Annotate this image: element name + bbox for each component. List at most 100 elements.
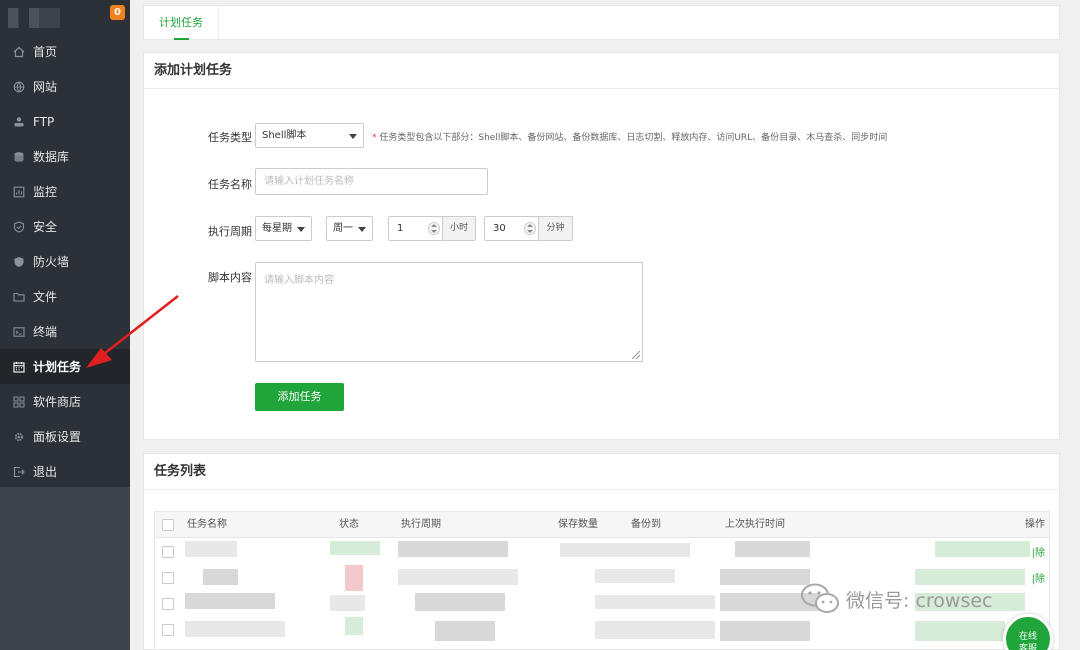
- task-type-value: Shell脚本: [262, 130, 307, 141]
- ftp-icon: [12, 115, 25, 128]
- table-row[interactable]: [155, 617, 1049, 643]
- sidebar: 0 首页 网站 FTP 数据库 监控 安全 防火墙 文件 终端 计划任务 软件商…: [0, 0, 130, 650]
- row-checkbox[interactable]: [162, 546, 174, 558]
- row-checkbox[interactable]: [162, 572, 174, 584]
- task-list-panel: 任务列表 任务名称 状态 执行周期 保存数量 备份到 上次执行时间 操作 |除 …: [143, 453, 1060, 650]
- redacted-status: [330, 595, 365, 611]
- row-checkbox[interactable]: [162, 624, 174, 636]
- redacted-period: [415, 593, 505, 611]
- sidebar-item-label: 面板设置: [33, 430, 82, 444]
- redacted-status: [345, 565, 363, 591]
- sidebar-item-home[interactable]: 首页: [0, 34, 130, 69]
- apps-icon: [12, 395, 25, 408]
- sidebar-item-label: 文件: [33, 290, 58, 304]
- home-icon: [12, 45, 25, 58]
- task-type-select[interactable]: Shell脚本: [255, 123, 364, 148]
- delete-link[interactable]: |除: [1032, 570, 1045, 585]
- task-table: 任务名称 状态 执行周期 保存数量 备份到 上次执行时间 操作 |除 |除: [154, 511, 1050, 650]
- terminal-icon: [12, 325, 25, 338]
- notification-badge[interactable]: 0: [110, 5, 125, 20]
- add-task-button[interactable]: 添加任务: [255, 383, 344, 411]
- shield-icon: [12, 220, 25, 233]
- sidebar-item-label: 终端: [33, 325, 58, 339]
- row-checkbox[interactable]: [162, 598, 174, 610]
- redacted-backup: [595, 595, 715, 609]
- redacted-last-run: [735, 541, 810, 557]
- sidebar-item-firewall[interactable]: 防火墙: [0, 244, 130, 279]
- script-label: 脚本内容: [208, 271, 252, 284]
- support-label-line1: 在线: [1018, 632, 1037, 642]
- hour-value: 1: [397, 223, 404, 234]
- redacted-task-name: [203, 569, 238, 585]
- add-task-panel: 添加计划任务 任务类型 Shell脚本 * 任务类型包含以下部分：Shell脚本…: [143, 52, 1060, 440]
- sidebar-item-label: FTP: [33, 114, 55, 129]
- redacted-period: [398, 569, 518, 585]
- minute-unit: 分钟: [538, 216, 573, 241]
- table-row[interactable]: |除: [155, 539, 1049, 565]
- sidebar-item-panel-settings[interactable]: 面板设置: [0, 419, 130, 454]
- tab-cron[interactable]: 计划任务: [144, 6, 219, 40]
- sidebar-item-monitor[interactable]: 监控: [0, 174, 130, 209]
- calendar-icon: [12, 360, 25, 373]
- sidebar-item-logout[interactable]: 退出: [0, 454, 130, 489]
- redacted-backup: [560, 543, 690, 557]
- sidebar-item-cron[interactable]: 计划任务: [0, 349, 130, 384]
- weekday-select[interactable]: 周一: [326, 216, 373, 241]
- column-header: 任务名称: [187, 519, 227, 530]
- script-placeholder: 请输入脚本内容: [264, 275, 334, 286]
- folder-icon: [12, 290, 25, 303]
- redacted-actions: [915, 621, 1005, 641]
- chevron-down-icon: [358, 227, 366, 232]
- redacted-status: [330, 541, 380, 555]
- column-header: 上次执行时间: [725, 519, 785, 530]
- task-type-note-text: 任务类型包含以下部分：Shell脚本、备份网站、备份数据库、日志切割、释放内存、…: [379, 133, 888, 143]
- tab-bar: 计划任务: [143, 5, 1060, 40]
- redacted-status: [345, 617, 363, 635]
- period-label: 执行周期: [208, 225, 252, 238]
- period-select[interactable]: 每星期: [255, 216, 312, 241]
- sidebar-item-label: 网站: [33, 80, 58, 94]
- delete-link[interactable]: |除: [1032, 544, 1045, 559]
- watermark: 微信号: crowsec: [800, 582, 992, 616]
- database-icon: [12, 150, 25, 163]
- sidebar-item-ftp[interactable]: FTP: [0, 104, 130, 139]
- gear-icon: [12, 430, 25, 443]
- sidebar-item-website[interactable]: 网站: [0, 69, 130, 104]
- sidebar-header: 0: [0, 0, 130, 34]
- column-header: 状态: [339, 519, 359, 530]
- resize-handle-icon[interactable]: [632, 351, 640, 359]
- column-header: 保存数量: [558, 519, 598, 530]
- sidebar-item-label: 软件商店: [33, 395, 82, 409]
- spinner-icon[interactable]: [428, 222, 440, 235]
- sidebar-item-app-store[interactable]: 软件商店: [0, 384, 130, 419]
- sidebar-item-files[interactable]: 文件: [0, 279, 130, 314]
- period-value: 每星期: [262, 223, 292, 234]
- spinner-icon[interactable]: [524, 222, 536, 235]
- sidebar-item-database[interactable]: 数据库: [0, 139, 130, 174]
- task-name-input[interactable]: 请输入计划任务名称: [255, 168, 488, 195]
- select-all-checkbox[interactable]: [162, 519, 174, 531]
- globe-icon: [12, 80, 25, 93]
- script-textarea[interactable]: 请输入脚本内容: [255, 262, 643, 362]
- task-type-label: 任务类型: [208, 131, 252, 144]
- main-content: 计划任务 添加计划任务 任务类型 Shell脚本 * 任务类型包含以下部分：Sh…: [130, 0, 1080, 650]
- sidebar-item-terminal[interactable]: 终端: [0, 314, 130, 349]
- redacted-task-name: [185, 593, 275, 609]
- task-type-note: * 任务类型包含以下部分：Shell脚本、备份网站、备份数据库、日志切割、释放内…: [372, 130, 887, 143]
- column-header: 备份到: [631, 519, 661, 530]
- redacted-backup: [595, 569, 675, 583]
- weekday-value: 周一: [333, 223, 353, 234]
- sidebar-item-security[interactable]: 安全: [0, 209, 130, 244]
- sidebar-menu: 0 首页 网站 FTP 数据库 监控 安全 防火墙 文件 终端 计划任务 软件商…: [0, 0, 130, 487]
- redacted-period: [435, 621, 495, 641]
- firewall-icon: [12, 255, 25, 268]
- column-header: 执行周期: [401, 519, 441, 530]
- wechat-icon: [801, 583, 839, 613]
- hour-input[interactable]: 1: [388, 216, 443, 241]
- redacted-period: [398, 541, 508, 557]
- minute-input[interactable]: 30: [484, 216, 539, 241]
- minute-value: 30: [493, 223, 506, 234]
- redacted-task-name: [185, 541, 237, 557]
- redacted-last-run: [720, 569, 810, 585]
- watermark-text: 微信号: crowsec: [846, 589, 993, 612]
